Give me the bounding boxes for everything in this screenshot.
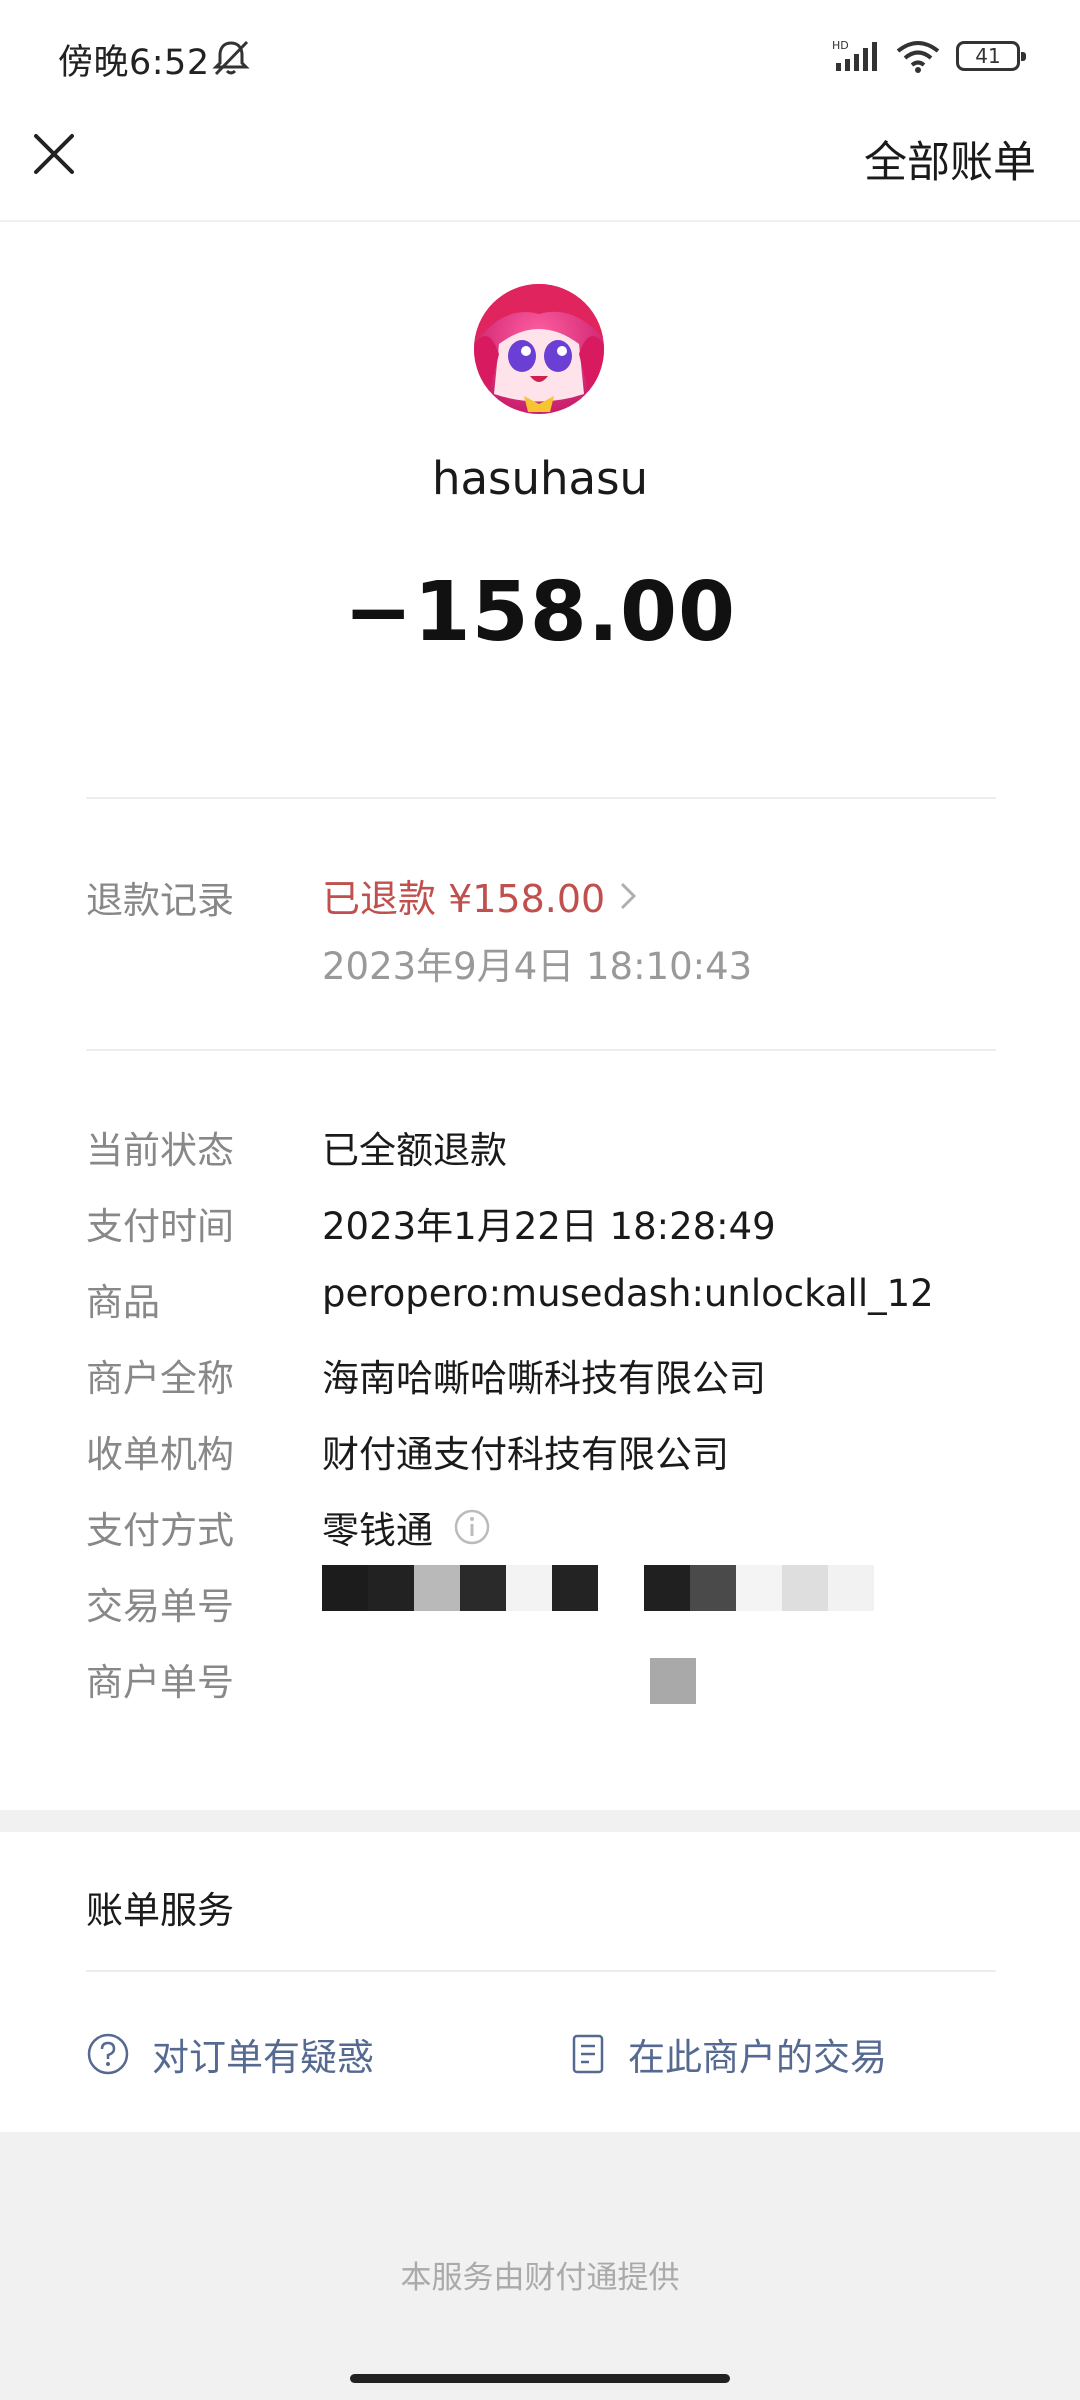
refund-time: 2023年9月4日 18:10:43: [322, 945, 753, 988]
refund-record-link[interactable]: 已退款 ¥158.00: [322, 868, 637, 923]
pay-time-label: 支付时间: [86, 1205, 234, 1248]
merchant-trades-button[interactable]: 在此商户的交易: [570, 2027, 887, 2081]
order-question-label: 对订单有疑惑: [152, 2036, 374, 2079]
network-type-label: HD: [832, 39, 849, 52]
chevron-right-icon: [621, 882, 637, 909]
merchant-no-redacted: [650, 1658, 696, 1704]
status-label: 当前状态: [86, 1129, 234, 1172]
detail-row-status: 当前状态 已全额退款: [86, 1120, 996, 1180]
provider-text: 本服务由财付通提供: [400, 2260, 680, 2296]
bill-services-title: 账单服务: [86, 1889, 234, 1932]
question-icon: [87, 2033, 129, 2075]
trade-no-label: 交易单号: [86, 1585, 234, 1628]
home-indicator[interactable]: [350, 2374, 730, 2383]
header-bar: 全部账单: [0, 112, 1080, 220]
merchant-no-label: 商户单号: [86, 1661, 234, 1704]
acquirer-label: 收单机构: [86, 1433, 234, 1476]
goods-value: peropero:musedash:unlockall_12: [322, 1272, 934, 1315]
close-icon[interactable]: [32, 132, 76, 176]
refund-status: 已退款 ¥158.00: [322, 877, 606, 921]
detail-row-pay-method: 支付方式 零钱通: [86, 1500, 996, 1560]
status-time: 傍晚6:52: [58, 43, 210, 83]
status-bar: 傍晚6:52 HD 41: [0, 0, 1080, 112]
detail-row-pay-time: 支付时间 2023年1月22日 18:28:49: [86, 1196, 996, 1256]
pay-method-value: 零钱通: [322, 1509, 433, 1552]
divider: [86, 797, 996, 799]
info-icon[interactable]: [453, 1508, 491, 1546]
merchant-name: hasuhasu: [431, 452, 649, 505]
battery-icon: 41: [956, 41, 1026, 71]
all-bills-link[interactable]: 全部账单: [864, 128, 1036, 190]
wifi-icon: [896, 41, 940, 73]
detail-row-goods: 商品 peropero:musedash:unlockall_12: [86, 1272, 996, 1332]
merchant-trades-label: 在此商户的交易: [628, 2036, 887, 2079]
order-question-button[interactable]: 对订单有疑惑: [86, 2027, 374, 2081]
section-separator: [0, 1810, 1080, 1832]
pay-time-value: 2023年1月22日 18:28:49: [322, 1205, 776, 1248]
battery-level: 41: [975, 44, 1001, 68]
bell-off-icon: [212, 40, 250, 76]
detail-row-merchant-no: 商户单号: [86, 1652, 996, 1712]
refund-record-label: 退款记录: [86, 879, 234, 922]
divider: [86, 1049, 996, 1051]
status-indicators: HD 41: [832, 36, 1026, 76]
goods-label: 商品: [86, 1281, 160, 1324]
detail-row-merchant-fullname: 商户全称 海南哈嘶哈嘶科技有限公司: [86, 1348, 996, 1408]
merchant-fullname-value: 海南哈嘶哈嘶科技有限公司: [322, 1357, 766, 1400]
pay-method-container: 零钱通: [322, 1500, 491, 1554]
divider: [86, 1970, 996, 1972]
merchant-fullname-label: 商户全称: [86, 1357, 234, 1400]
transaction-amount: −158.00: [343, 565, 737, 660]
signal-icon: HD: [832, 39, 877, 71]
status-value: 已全额退款: [322, 1129, 507, 1172]
header-divider: [0, 220, 1080, 222]
document-icon: [572, 2034, 604, 2074]
detail-row-acquirer: 收单机构 财付通支付科技有限公司: [86, 1424, 996, 1484]
bill-detail-page: 傍晚6:52 HD 41 全部账单 hasuhasu −158.00 退款记录 …: [0, 0, 1080, 2400]
trade-no-redacted: [322, 1565, 874, 1611]
pay-method-label: 支付方式: [86, 1509, 234, 1552]
merchant-avatar: [474, 284, 604, 414]
acquirer-value: 财付通支付科技有限公司: [322, 1433, 729, 1476]
